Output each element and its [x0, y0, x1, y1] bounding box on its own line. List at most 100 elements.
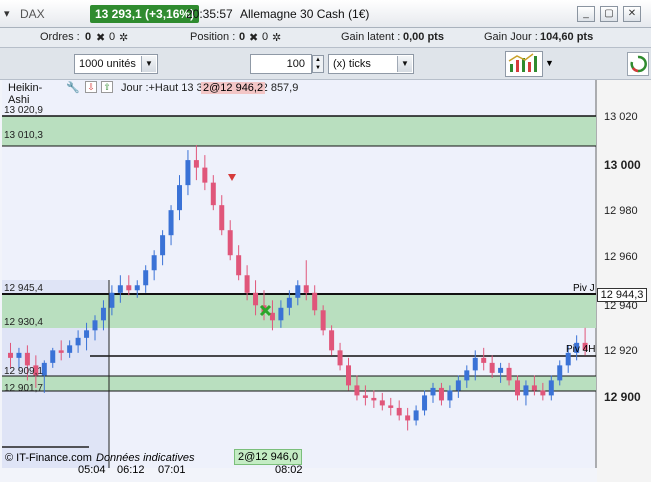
candle-body [286, 297, 292, 308]
price-axis [597, 80, 651, 482]
latent-gain-value: 0,00 pts [403, 31, 444, 43]
axis-tick-label: 12 980 [604, 205, 638, 217]
chevron-down-icon: ▼ [141, 56, 156, 72]
candle-body [210, 182, 216, 206]
candle-body [67, 345, 73, 353]
chart-tools-glyph [508, 53, 537, 72]
candle-body [109, 292, 115, 308]
quantity-value: 100 [286, 58, 305, 70]
axis-tick-label: 12 900 [604, 390, 641, 404]
candle-body [312, 292, 318, 311]
chart-tools-icon[interactable] [505, 51, 543, 77]
candle-body [8, 352, 13, 358]
candle-body [185, 160, 191, 186]
chart-tools-chevron-icon[interactable]: ▼ [545, 58, 554, 68]
time-tick-label: 05:04 [78, 464, 106, 476]
up-arrow-icon[interactable]: ⇧ [101, 81, 113, 93]
candle-body [515, 380, 520, 396]
candle-body [244, 275, 250, 293]
refresh-icon[interactable] [627, 52, 649, 76]
cancel-orders-icon[interactable]: ✖ [96, 31, 105, 44]
candle-body [202, 167, 208, 183]
candle-body [236, 255, 242, 276]
candle-body [16, 352, 22, 358]
maximize-button[interactable]: ▢ [600, 6, 618, 22]
candle-body [388, 405, 394, 408]
candle-body [117, 285, 123, 293]
time-tick-label: 06:12 [117, 464, 145, 476]
chevron-down-icon: ▼ [397, 56, 412, 72]
candle-body [413, 410, 419, 421]
candle-body [100, 307, 106, 321]
candle-body [134, 285, 140, 291]
candle-body [168, 210, 174, 236]
axis-tick-label: 13 020 [604, 111, 638, 123]
candle-body [24, 352, 30, 366]
latent-gain-label: Gain latent : [341, 31, 401, 43]
time-tick-label: 08:02 [275, 464, 303, 476]
candle-body [346, 365, 351, 386]
copyright-text: © IT-Finance.com [5, 452, 92, 464]
candle-body [337, 350, 343, 366]
current-price-tag: 12 944,3 [597, 288, 647, 302]
candle-body [405, 415, 411, 421]
order-overlay-tag[interactable]: 2@12 946,2 [201, 82, 266, 94]
axis-tick-label: 13 000 [604, 158, 641, 172]
time-tick-label: 07:01 [158, 464, 186, 476]
candle-body [506, 367, 512, 381]
axis-tick-label: 12 960 [604, 251, 638, 263]
orders-settings-icon[interactable]: ✲ [119, 31, 128, 44]
order-toolbar: 1000 unités ▼ 100 ▲ ▼ (x) ticks ▼ ▼ [0, 48, 651, 80]
candle-body [253, 292, 259, 306]
down-arrow-icon[interactable]: ⇩ [85, 81, 97, 93]
level-label: 12 909,1 [4, 366, 43, 377]
candle-body [438, 387, 444, 401]
pivot-zone [2, 294, 596, 328]
candle-body [447, 390, 453, 401]
orders-label: Ordres : [40, 31, 80, 43]
candle-body [379, 400, 385, 406]
candle-body [303, 285, 309, 293]
close-position-icon[interactable]: ✖ [249, 31, 258, 44]
title-bar: ▾ DAX 13 293,1 (+3,16%) 20:35:57 Allemag… [0, 0, 651, 28]
candle-body [430, 387, 436, 396]
candle-body [498, 367, 504, 373]
resistance-zone [2, 116, 596, 146]
pivot-4h-label: Piv 4H [566, 344, 596, 355]
position-label: Position : [190, 31, 236, 43]
position-settings-icon[interactable]: ✲ [272, 31, 281, 44]
pivot-daily-label: Piv J [573, 283, 595, 294]
units-select[interactable]: 1000 unités ▼ [74, 54, 158, 74]
ticks-select[interactable]: (x) ticks ▼ [328, 54, 414, 74]
candle-body [354, 385, 360, 396]
indicator-label[interactable]: Heikin-Ashi [8, 82, 42, 106]
candle-body [92, 320, 98, 331]
candle-body [227, 230, 233, 256]
instrument-name: Allemagne 30 Cash (1€) [240, 7, 370, 21]
refresh-glyph [630, 55, 647, 73]
candle-body [219, 205, 225, 231]
orders-secondary: 0 [109, 31, 116, 43]
candle-body [177, 185, 182, 211]
order-level-tag[interactable]: 2@12 946,0 [234, 449, 303, 465]
position-value: 0 [239, 31, 246, 43]
level-label: 13 020,9 [4, 105, 43, 116]
close-button[interactable]: ✕ [623, 6, 641, 22]
candle-body [472, 357, 478, 371]
candle-body [75, 337, 81, 346]
candle-body [295, 285, 301, 298]
level-label: 13 010,3 [4, 130, 43, 141]
quantity-input[interactable]: 100 [250, 54, 312, 74]
candle-body [126, 285, 132, 291]
chart-canvas[interactable] [0, 80, 651, 482]
candle-body [531, 385, 537, 391]
wrench-icon[interactable]: 🔧 [66, 81, 80, 94]
candle-body [548, 380, 554, 396]
quantity-stepper[interactable]: ▲ ▼ [312, 55, 324, 73]
level-label: 12 901,7 [4, 383, 43, 394]
indicative-data-note: Données indicatives [96, 452, 195, 464]
price-chart[interactable]: Heikin-Ashi 🔧 ⇩ ⇧ Jour :+Haut 13 303,8 +… [0, 80, 651, 482]
day-gain-value: 104,60 pts [540, 31, 594, 43]
minimize-button[interactable]: _ [577, 6, 595, 22]
menu-dropdown-icon[interactable]: ▾ [4, 7, 10, 20]
